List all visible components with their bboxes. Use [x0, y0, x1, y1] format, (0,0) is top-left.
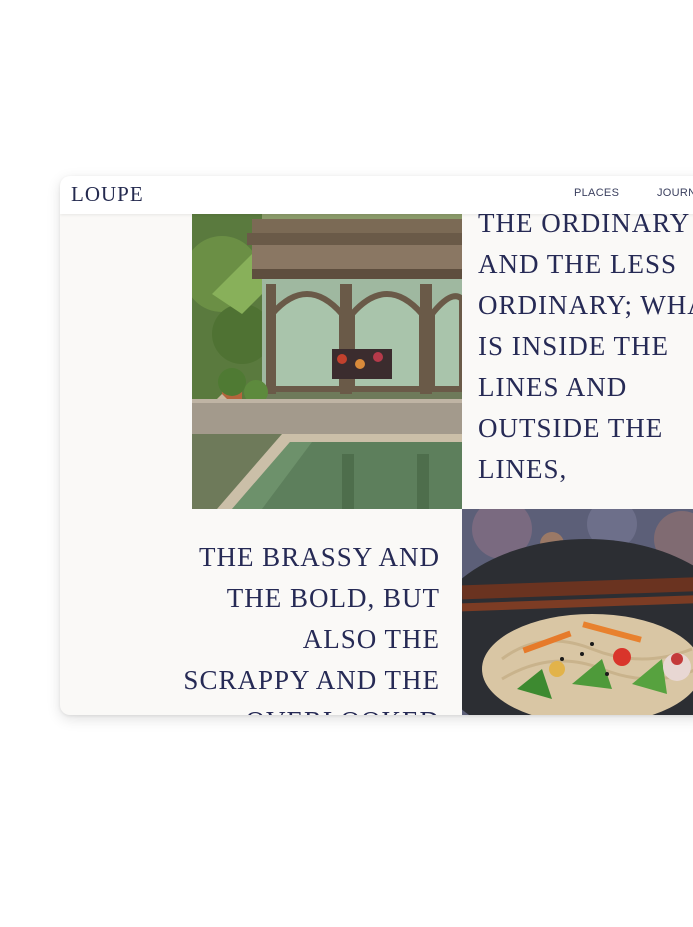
quote-left: THE BRASSY AND THE BOLD, BUT ALSO THE SC…	[183, 542, 440, 715]
nav-link-journal[interactable]: JOURNAL	[657, 187, 693, 199]
food-image	[462, 509, 693, 715]
courtyard-image	[192, 214, 462, 509]
top-navbar: LOUPE PLACES JOURNAL	[60, 176, 693, 214]
page-content: THE ORDINARY AND THE LESS ORDINARY; WHAT…	[60, 176, 693, 715]
browser-window: THE ORDINARY AND THE LESS ORDINARY; WHAT…	[60, 176, 693, 715]
nav-link-places[interactable]: PLACES	[574, 187, 619, 199]
logo[interactable]: LOUPE	[71, 182, 144, 207]
quote-right: THE ORDINARY AND THE LESS ORDINARY; WHAT…	[478, 208, 693, 484]
